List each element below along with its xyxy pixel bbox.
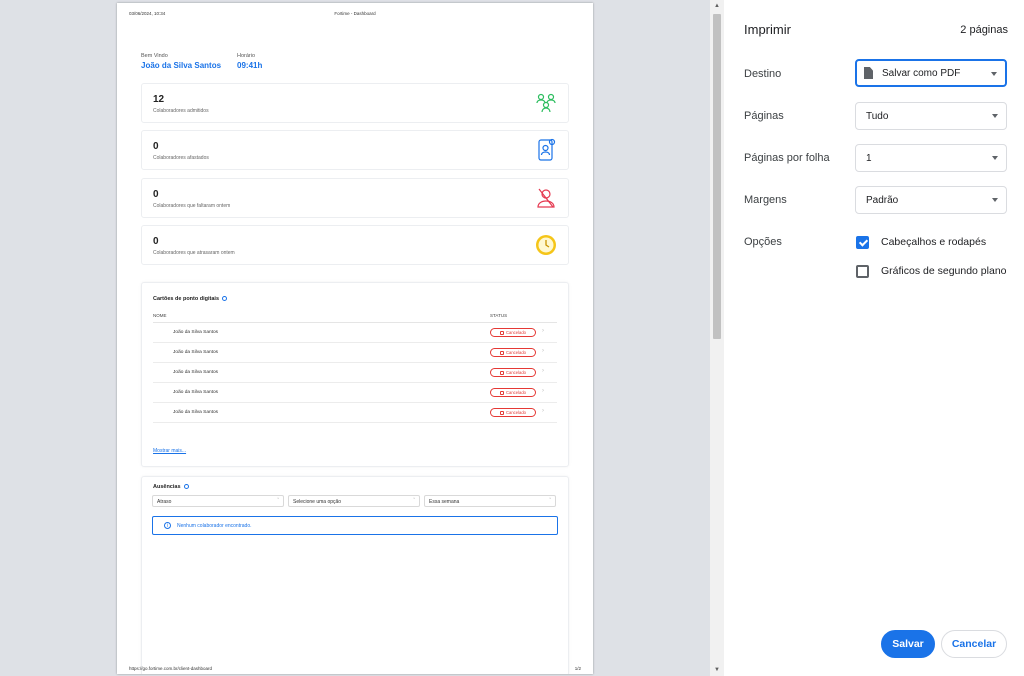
table-row[interactable]: João da Silva Santos Cancelado › [153,403,557,423]
help-icon[interactable] [222,296,228,301]
cancel-icon [499,370,504,375]
stat-value: 12 [153,94,165,105]
chevron-right-icon[interactable]: › [542,408,544,414]
table-row[interactable]: João da Silva Santos Cancelado › [153,363,557,383]
page-footer-url: https://go.fortime.com.br/client-dashboa… [129,666,213,671]
table-header: NOME STATUS [153,309,557,323]
time-block: Horário 09:41h [237,53,262,70]
help-icon[interactable] [183,484,189,489]
chevron-down-icon [992,198,998,202]
table-row[interactable]: João da Silva Santos Cancelado › [153,383,557,403]
welcome-label: Bem Vindo [141,53,168,59]
welcome-block: Bem Vindo João da Silva Santos [141,53,221,70]
row-name: João da Silva Santos [173,410,219,415]
row-name: João da Silva Santos [173,370,219,375]
chevron-right-icon[interactable]: › [542,328,544,334]
print-settings-panel: Imprimir 2 páginas Destino Salvar como P… [724,0,1024,676]
background-graphics-label[interactable]: Gráficos de segundo plano [881,265,1007,277]
document-icon [864,67,873,79]
filter-option-select[interactable]: Selecione uma opção ˇ [288,495,420,507]
stat-card-late: 0 Colaboradores que atrasaram ontem [141,225,569,265]
chevron-down-icon [991,72,997,76]
absent-user-icon [537,188,555,208]
stat-label: Colaboradores admitidos [153,108,209,114]
status-badge: Cancelado [490,348,536,357]
absences-panel: Ausências Atraso ˇ Selecione uma opção ˇ E… [141,476,569,674]
col-name-header: NOME [153,313,167,318]
stat-label: Colaboradores que atrasaram ontem [153,250,235,256]
cancel-button[interactable]: Cancelar [941,630,1007,658]
chevron-right-icon[interactable]: › [542,368,544,374]
status-badge: Cancelado [490,368,536,377]
page-footer-number: 1/2 [574,666,581,671]
user-name: João da Silva Santos [141,61,222,70]
col-status-header: STATUS [490,313,508,318]
filter-type-select[interactable]: Atraso ˇ [152,495,284,507]
stat-card-absent: 0 Colaboradores que faltaram ontem [141,178,569,218]
status-badge: Cancelado [490,388,536,397]
per-sheet-label: Páginas por folha [744,152,830,164]
chevron-down-icon: ˇ [413,498,415,504]
info-icon: i [164,522,171,529]
stat-value: 0 [153,236,159,247]
scroll-down-icon[interactable]: ▼ [710,664,724,676]
empty-message: Nenhum colaborador encontrado. [177,523,252,529]
filter-period-select[interactable]: Essa semana ˇ [424,495,556,507]
pages-select[interactable]: Tudo [855,102,1007,130]
pages-label: Páginas [744,110,784,122]
status-badge: Cancelado [490,328,536,337]
options-label: Opções [744,236,782,248]
chevron-down-icon [992,156,998,160]
phone-user-icon [538,138,556,161]
destination-label: Destino [744,68,782,80]
scroll-up-icon[interactable]: ▲ [710,0,724,12]
page-count: 2 páginas [960,24,1008,36]
headers-footers-label[interactable]: Cabeçalhos e rodapés [881,236,986,248]
destination-select[interactable]: Salvar como PDF [855,59,1007,87]
status-badge: Cancelado [490,408,536,417]
stat-label: Colaboradores que faltaram ontem [153,203,231,209]
absences-title: Ausências [153,484,189,490]
empty-alert: i Nenhum colaborador encontrado. [152,516,558,535]
time-cards-panel: Cartões de ponto digitais NOME STATUS Jo… [141,282,569,467]
save-button[interactable]: Salvar [881,630,935,658]
scrollbar-thumb[interactable] [713,14,721,339]
time-cards-title: Cartões de ponto digitais [153,296,228,302]
margins-select[interactable]: Padrão [855,186,1007,214]
cancel-icon [499,330,504,335]
chevron-right-icon[interactable]: › [542,348,544,354]
stat-card-admitted: 12 Colaboradores admitidos [141,83,569,123]
chevron-down-icon [992,114,998,118]
per-sheet-select[interactable]: 1 [855,144,1007,172]
print-title: Imprimir [744,22,791,37]
stat-label: Colaboradores afastados [153,155,209,161]
stat-value: 0 [153,141,159,152]
cancel-icon [499,390,504,395]
chevron-down-icon: ˇ [549,498,551,504]
print-preview-area: 03/06/2024, 10:34 Fortime - Dashboard Be… [0,0,710,676]
cancel-icon [499,410,504,415]
background-graphics-checkbox[interactable] [856,265,869,278]
chevron-right-icon[interactable]: › [542,388,544,394]
time-value: 09:41h [237,61,263,70]
table-row[interactable]: João da Silva Santos Cancelado › [153,343,557,363]
people-icon [536,93,556,113]
time-label: Horário [237,53,256,59]
show-more-link[interactable]: Mostrar mais... [153,448,186,454]
row-name: João da Silva Santos [173,330,219,335]
headers-footers-checkbox[interactable] [856,236,869,249]
preview-page: 03/06/2024, 10:34 Fortime - Dashboard Be… [117,3,593,674]
row-name: João da Silva Santos [173,390,219,395]
clock-icon [536,235,556,255]
table-row[interactable]: João da Silva Santos Cancelado › [153,323,557,343]
chevron-down-icon: ˇ [277,498,279,504]
cancel-icon [499,350,504,355]
stat-value: 0 [153,189,159,200]
preview-scrollbar[interactable]: ▲ ▼ [710,0,724,676]
row-name: João da Silva Santos [173,350,219,355]
stat-card-away: 0 Colaboradores afastados [141,130,569,170]
margins-label: Margens [744,194,787,206]
